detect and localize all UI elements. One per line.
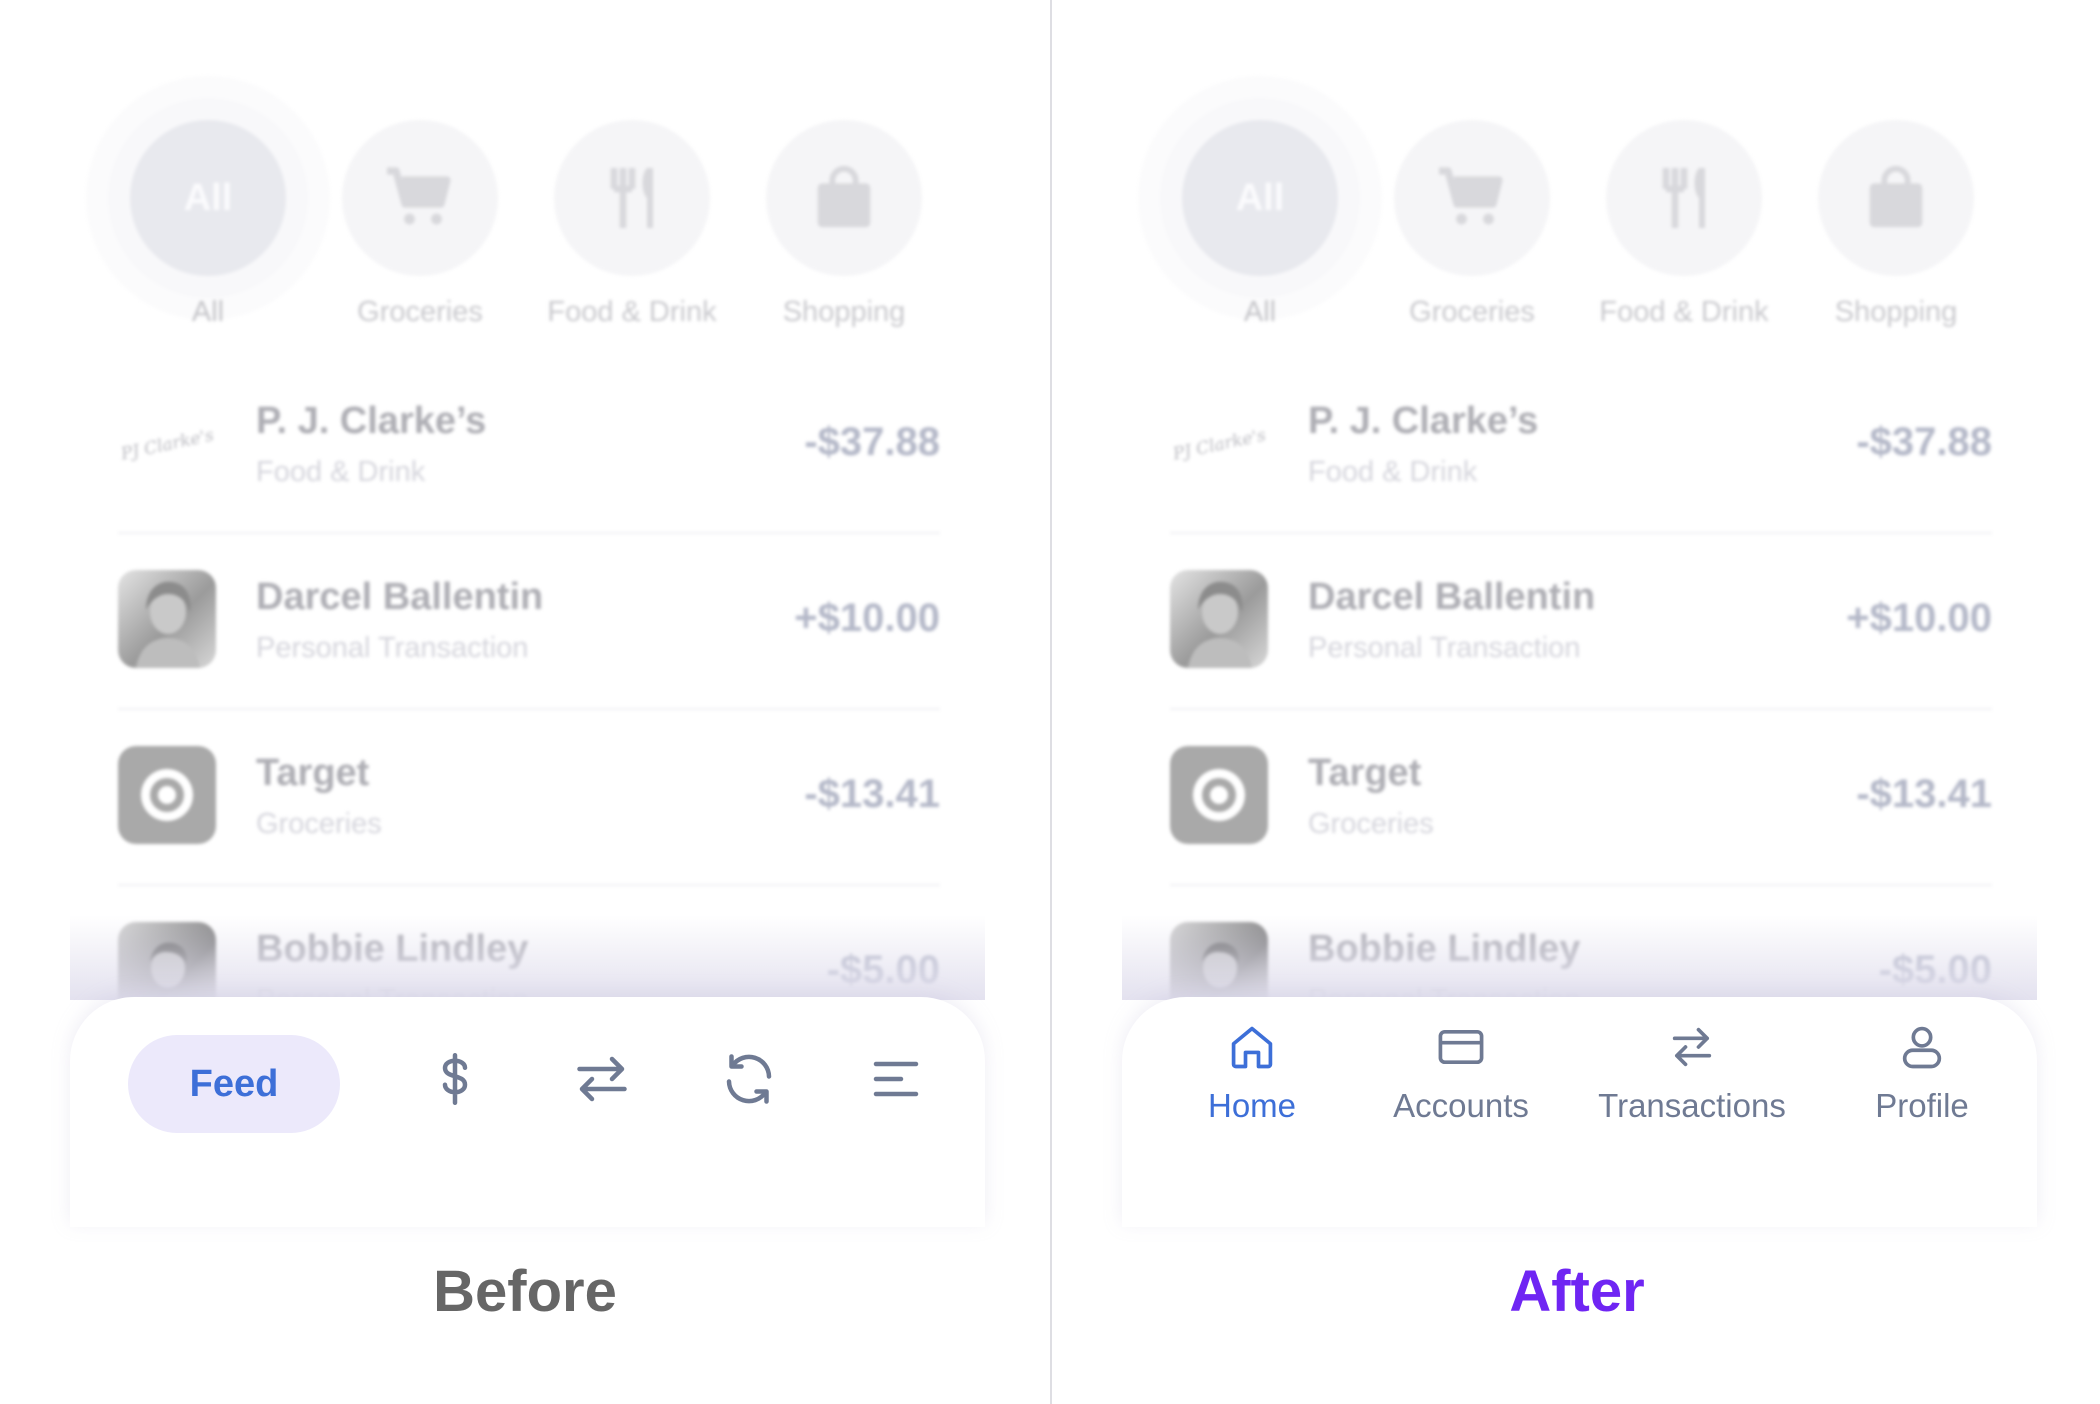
category-shopping[interactable]: Shopping [738, 120, 950, 329]
category-label: Shopping [1834, 296, 1958, 328]
transaction-row[interactable]: Darcel Ballentin Personal Transaction +$… [1170, 534, 1992, 710]
transaction-amount: -$37.88 [804, 420, 940, 464]
transaction-feed: All All Groceries Food & Drink Shopping … [1052, 0, 2100, 1020]
transaction-amount: -$13.41 [804, 772, 940, 816]
category-all[interactable]: All All [1154, 120, 1366, 329]
svg-text:PJ Clarke's: PJ Clarke's [118, 425, 215, 464]
transaction-feed: All All Groceries Food & Drink Shopping … [0, 0, 1050, 1020]
transaction-category: Personal Transaction [256, 632, 529, 664]
category-groceries[interactable]: Groceries [1366, 120, 1578, 329]
avatar [118, 570, 216, 668]
tab-home[interactable]: Home [1142, 1021, 1362, 1125]
category-shopping[interactable]: Shopping [1790, 120, 2002, 329]
refresh-icon[interactable] [719, 1049, 779, 1109]
after-caption: After [1509, 1259, 1645, 1324]
category-food-drink[interactable]: Food & Drink [1578, 120, 1790, 329]
all-icon: All [1182, 120, 1338, 276]
transaction-row[interactable]: Target Groceries -$13.41 [1170, 710, 1992, 886]
category-label: Groceries [1409, 296, 1535, 328]
target-logo-icon [118, 746, 216, 844]
profile-icon [1902, 1026, 1942, 1069]
transaction-amount: -$37.88 [1856, 420, 1992, 464]
category-food-drink[interactable]: Food & Drink [526, 120, 738, 329]
feed-tab[interactable]: Feed [128, 1035, 340, 1133]
card-icon [1438, 1029, 1484, 1065]
transaction-amount: +$10.00 [794, 596, 940, 640]
pj-clarkes-logo: PJ Clarke's [118, 394, 216, 492]
merchant-name: P. J. Clarke’s [1308, 400, 1539, 442]
category-label: Food & Drink [547, 296, 717, 328]
transaction-row[interactable]: Darcel Ballentin Personal Transaction +$… [118, 534, 940, 710]
avatar [1170, 570, 1268, 668]
target-logo-icon [1170, 746, 1268, 844]
category-label: All [1243, 296, 1277, 328]
dollar-icon[interactable] [425, 1049, 485, 1109]
transaction-category: Groceries [256, 808, 382, 840]
category-all[interactable]: All All [102, 120, 314, 329]
menu-icon[interactable] [866, 1049, 926, 1109]
tab-label: Accounts [1393, 1087, 1529, 1124]
transaction-amount: -$13.41 [1856, 772, 1992, 816]
before-panel: All All Groceries Food & Drink Shopping … [0, 0, 1050, 1404]
category-groceries[interactable]: Groceries [314, 120, 526, 329]
bottom-nav-after: Home Accounts Transactions Profile [1122, 997, 2037, 1227]
transaction-row[interactable]: Target Groceries -$13.41 [118, 710, 940, 886]
fork-knife-icon [1606, 120, 1762, 276]
all-icon: All [130, 120, 286, 276]
after-panel: All All Groceries Food & Drink Shopping … [1052, 0, 2100, 1404]
svg-text:PJ Clarke's: PJ Clarke's [1170, 425, 1267, 464]
transaction-category: Groceries [1308, 808, 1434, 840]
category-label: Shopping [782, 296, 906, 328]
merchant-name: P. J. Clarke’s [256, 400, 487, 442]
transaction-row[interactable]: PJ Clarke's P. J. Clarke’s Food & Drink … [1170, 358, 1992, 534]
transaction-amount: +$10.00 [1846, 596, 1992, 640]
pj-clarkes-logo: PJ Clarke's [1170, 394, 1268, 492]
cart-icon [1394, 120, 1550, 276]
fork-knife-icon [554, 120, 710, 276]
transaction-row[interactable]: PJ Clarke's P. J. Clarke’s Food & Drink … [118, 358, 940, 534]
before-caption: Before [433, 1259, 617, 1324]
scroll-fade [70, 915, 985, 1000]
tab-label: Transactions [1598, 1087, 1786, 1124]
transfer-arrows-icon [1672, 1027, 1712, 1067]
cart-icon [342, 120, 498, 276]
contact-name: Darcel Ballentin [1308, 576, 1596, 618]
transfer-arrows-icon[interactable] [572, 1049, 632, 1109]
home-icon [1231, 1026, 1273, 1069]
category-label: All [191, 296, 225, 328]
merchant-name: Target [1308, 752, 1422, 794]
tab-profile[interactable]: Profile [1812, 1021, 2032, 1125]
shopping-bag-icon [766, 120, 922, 276]
transaction-category: Food & Drink [1308, 456, 1478, 488]
category-label: Groceries [357, 296, 483, 328]
tab-label: Profile [1875, 1087, 1969, 1124]
category-label: Food & Drink [1599, 296, 1769, 328]
tab-accounts[interactable]: Accounts [1351, 1021, 1571, 1125]
transaction-category: Personal Transaction [1308, 632, 1581, 664]
merchant-name: Target [256, 752, 370, 794]
bottom-nav-before: Feed [70, 997, 985, 1227]
tab-label: Home [1207, 1087, 1297, 1124]
tab-transactions[interactable]: Transactions [1582, 1021, 1802, 1125]
transaction-category: Food & Drink [256, 456, 426, 488]
shopping-bag-icon [1818, 120, 1974, 276]
contact-name: Darcel Ballentin [256, 576, 544, 618]
scroll-fade [1122, 915, 2037, 1000]
